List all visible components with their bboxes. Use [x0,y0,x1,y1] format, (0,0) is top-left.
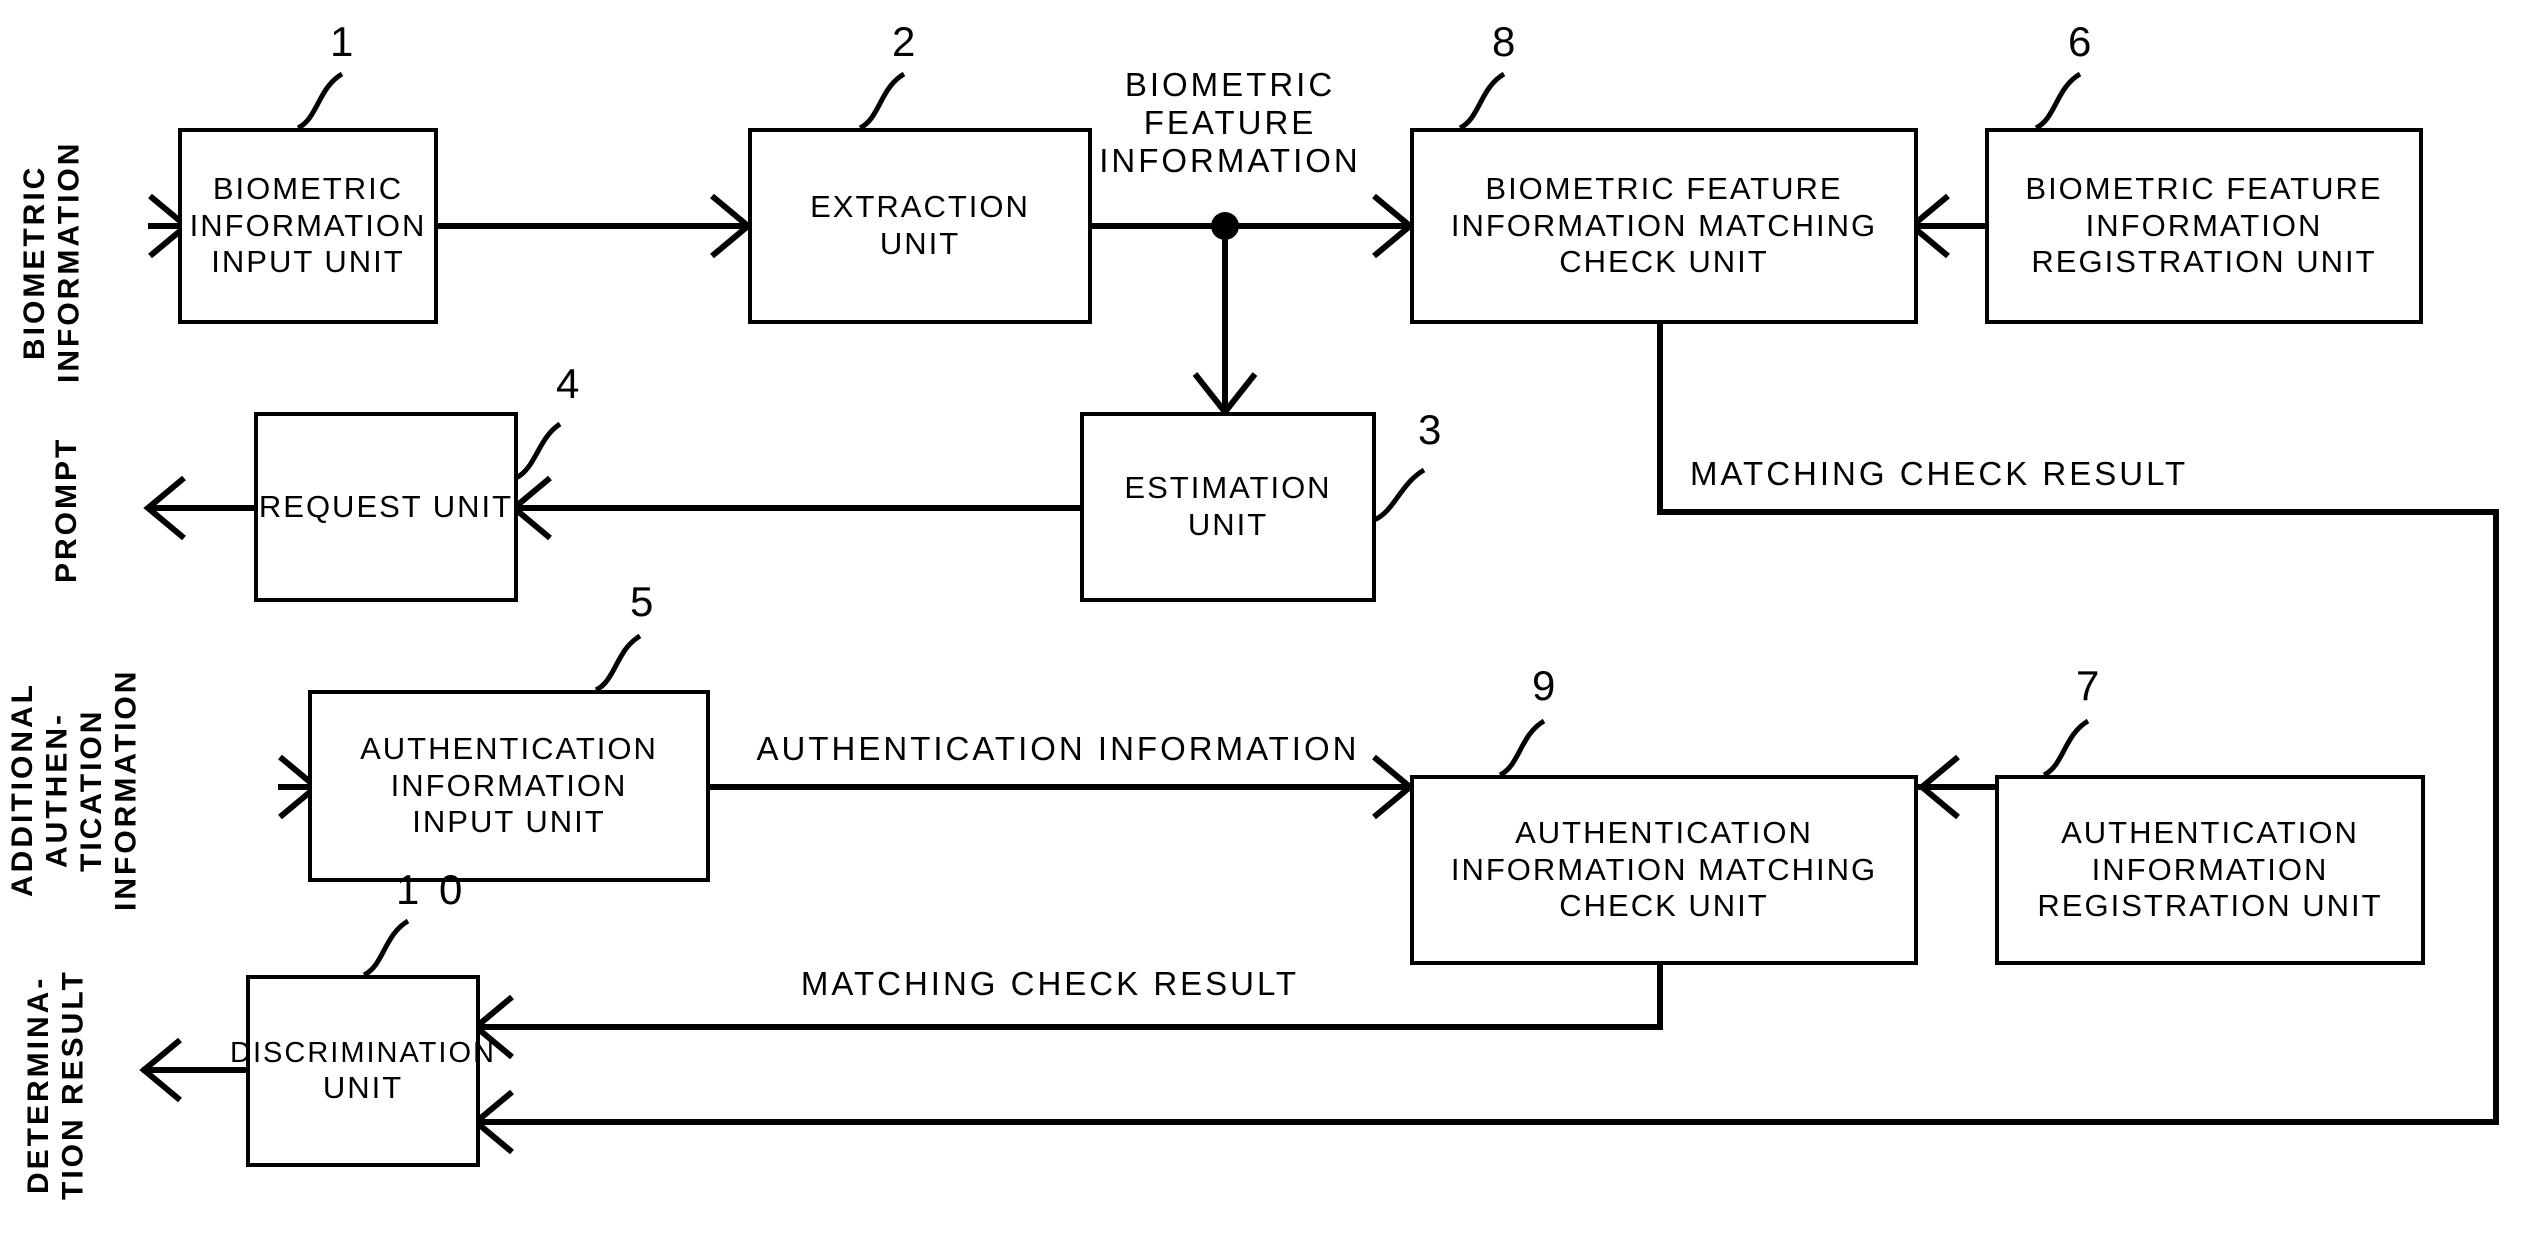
ref-number-1: 1 [330,18,358,65]
leader-ref-1 [296,71,344,131]
leader-ref-7 [2042,718,2090,778]
leader-ref-4 [514,421,562,481]
side-label-additional-authentication-information: ADDITIONAL AUTHEN- TICATION INFORMATION [6,668,143,912]
block-line: CHECK UNIT [1559,244,1769,280]
ref-number-9: 9 [1532,662,1560,709]
block-line: UNIT [322,1069,404,1105]
ref-number-2: 2 [892,18,920,65]
ref-number-7: 7 [2076,662,2104,709]
block-biometric-information-input-unit[interactable]: BIOMETRIC INFORMATION INPUT UNIT [178,128,438,324]
leader-ref-3 [1372,467,1426,523]
block-line: REGISTRATION UNIT [2037,888,2383,924]
block-line: INFORMATION [2091,851,2329,887]
block-line: INFORMATION [189,207,427,243]
block-line: UNIT [1187,507,1269,542]
flow-label-matching-check-result-bottom: MATCHING CHECK RESULT [800,965,1300,1002]
block-line: BIOMETRIC [212,171,404,207]
block-line: AUTHENTICATION [360,731,658,767]
block-line: INPUT UNIT [412,804,606,840]
block-line: INFORMATION [390,767,628,803]
flow-label-biometric-feature-information: BIOMETRIC FEATURE INFORMATION [1099,65,1361,179]
block-line: INPUT UNIT [211,244,405,280]
block-biometric-feature-information-matching-check-unit[interactable]: BIOMETRIC FEATURE INFORMATION MATCHING C… [1410,128,1918,324]
side-label-determination-result: DETERMINA- TION RESULT [22,969,90,1201]
block-request-unit[interactable]: REQUEST UNIT [254,412,518,602]
ref-number-5: 5 [630,578,658,625]
leader-ref-2 [858,71,906,131]
ref-number-6: 6 [2068,18,2096,65]
block-line: AUTHENTICATION [2061,815,2359,851]
ref-number-8: 8 [1492,18,1520,65]
block-line: INFORMATION MATCHING [1450,207,1878,243]
block-line: AUTHENTICATION [1515,815,1813,851]
block-estimation-unit[interactable]: ESTIMATION UNIT [1080,412,1376,602]
block-authentication-information-input-unit[interactable]: AUTHENTICATION INFORMATION INPUT UNIT [308,690,710,882]
leader-ref-5 [594,633,642,693]
block-line: UNIT [879,226,961,261]
ref-number-10: 1 0 [396,866,467,913]
block-discrimination-unit[interactable]: DISCRIMINATION UNIT [230,975,494,1167]
block-authentication-information-registration-unit[interactable]: AUTHENTICATION INFORMATION REGISTRATION … [1995,775,2425,965]
block-line: BIOMETRIC FEATURE [1485,171,1843,207]
block-biometric-feature-information-registration-unit[interactable]: BIOMETRIC FEATURE INFORMATION REGISTRATI… [1985,128,2423,324]
leader-ref-8 [1458,71,1506,131]
block-line: BIOMETRIC FEATURE [2025,171,2383,207]
flow-label-matching-check-result-top: MATCHING CHECK RESULT [1690,455,2189,492]
leader-ref-6 [2034,71,2082,131]
side-label-prompt: PROMPT [50,436,83,584]
ref-number-3: 3 [1418,406,1446,453]
side-label-biometric-information: BIOMETRIC INFORMATION [18,140,86,384]
block-line: DISCRIMINATION [230,1036,496,1069]
leader-ref-9 [1498,718,1546,778]
block-line: EXTRACTION [810,189,1030,225]
figure-canvas: BIOMETRIC INFORMATION PROMPT ADDITIONAL … [0,0,2540,1240]
block-line: CHECK UNIT [1559,888,1769,924]
flow-label-authentication-information: AUTHENTICATION INFORMATION [756,730,1360,767]
block-extraction-unit[interactable]: EXTRACTION UNIT [748,128,1092,324]
block-line: INFORMATION [2085,207,2323,243]
leader-ref-10 [362,918,410,978]
ref-number-4: 4 [556,360,584,407]
junction-dot [1211,212,1239,240]
block-line: ESTIMATION [1124,470,1332,506]
block-line: REGISTRATION UNIT [2031,244,2377,280]
block-line: INFORMATION MATCHING [1450,851,1878,887]
block-authentication-information-matching-check-unit[interactable]: AUTHENTICATION INFORMATION MATCHING CHEC… [1410,775,1918,965]
block-line: REQUEST UNIT [258,488,514,524]
